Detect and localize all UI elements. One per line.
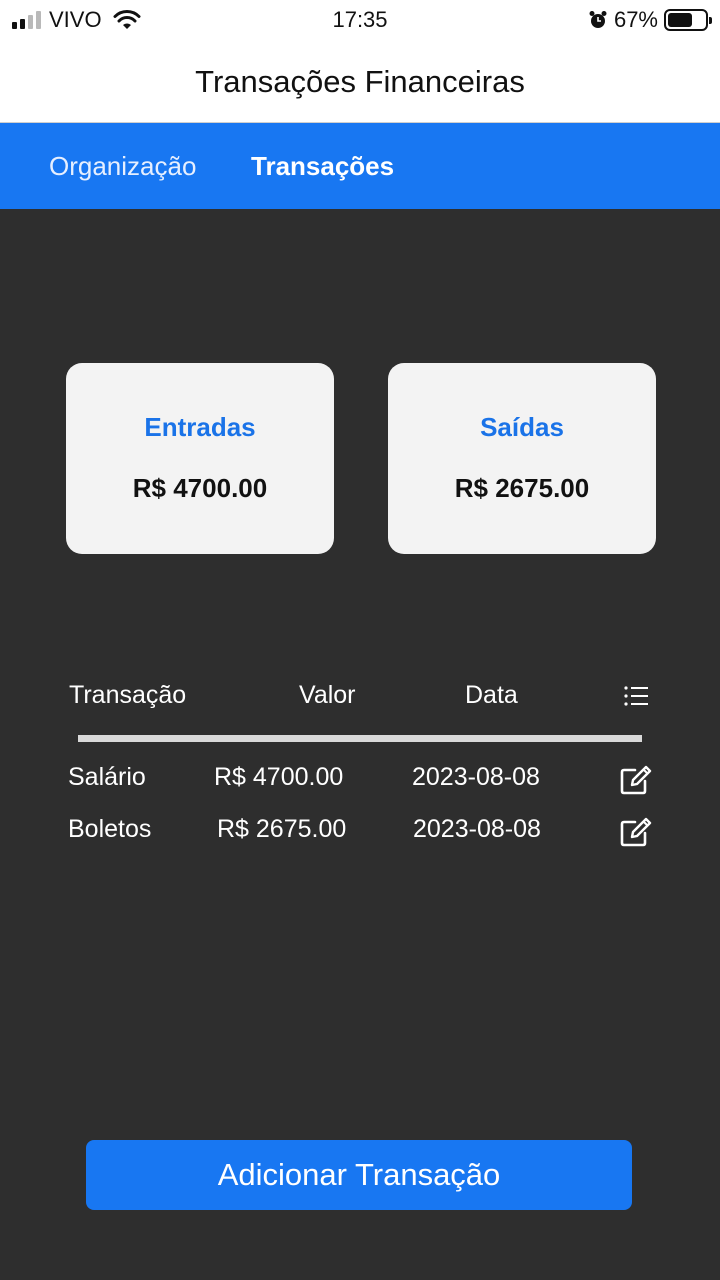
list-icon[interactable] bbox=[622, 684, 650, 708]
row-value: R$ 4700.00 bbox=[214, 763, 344, 791]
row-date: 2023-08-08 bbox=[413, 815, 541, 843]
status-right: 67% bbox=[588, 7, 712, 33]
table-row: Salário R$ 4700.00 2023-08-08 bbox=[0, 763, 720, 803]
expenses-card: Saídas R$ 2675.00 bbox=[388, 363, 656, 554]
add-transaction-button[interactable]: Adicionar Transação bbox=[86, 1140, 632, 1210]
battery-level bbox=[668, 13, 693, 27]
page-title: Transações Financeiras bbox=[195, 64, 525, 99]
income-card: Entradas R$ 4700.00 bbox=[66, 363, 334, 554]
expenses-label: Saídas bbox=[480, 412, 564, 442]
battery-cap bbox=[709, 17, 712, 24]
tab-bar: Organização Transações bbox=[0, 123, 720, 209]
expenses-value: R$ 2675.00 bbox=[454, 473, 590, 503]
battery-icon bbox=[664, 9, 712, 31]
column-header-valor: Valor bbox=[299, 681, 356, 709]
edit-icon[interactable] bbox=[619, 816, 653, 848]
tab-organizacao[interactable]: Organização bbox=[49, 151, 196, 182]
column-header-transacao: Transação bbox=[69, 681, 187, 709]
table-divider bbox=[78, 735, 642, 742]
edit-icon[interactable] bbox=[619, 764, 653, 796]
tab-transacoes[interactable]: Transações bbox=[251, 151, 394, 182]
battery-percent: 67% bbox=[613, 7, 658, 32]
row-date: 2023-08-08 bbox=[412, 763, 540, 791]
title-bar: Transações Financeiras bbox=[0, 40, 720, 123]
alarm-clock-icon bbox=[589, 11, 607, 28]
income-label: Entradas bbox=[144, 412, 256, 442]
row-name: Salário bbox=[68, 763, 146, 791]
income-value: R$ 4700.00 bbox=[132, 473, 268, 503]
status-bar: VIVO 17:35 67% bbox=[0, 0, 720, 40]
row-name: Boletos bbox=[68, 815, 152, 843]
table-row: Boletos R$ 2675.00 2023-08-08 bbox=[0, 815, 720, 855]
column-header-data: Data bbox=[465, 681, 518, 709]
row-value: R$ 2675.00 bbox=[217, 815, 347, 843]
